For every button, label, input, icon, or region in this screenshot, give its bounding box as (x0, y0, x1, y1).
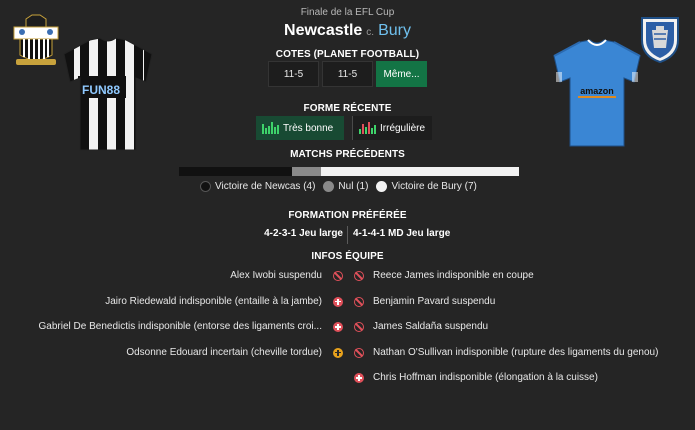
home-wins-label: Victoire de Newcas (4) (215, 181, 316, 192)
away-wins-segment (320, 167, 519, 176)
formation-title: FORMATION PRÉFÉRÉE (288, 210, 407, 221)
suspended-status-icon (354, 347, 364, 358)
away-news-item[interactable]: Nathan O'Sullivan indisponible (rupture … (373, 347, 658, 358)
team-news-title: INFOS ÉQUIPE (311, 251, 384, 262)
suspended-status-icon (354, 271, 364, 281)
home-formation[interactable]: 4-2-3-1 Jeu large (264, 228, 343, 239)
home-news-item[interactable]: Jairo Riedewald indisponible (entaille à… (105, 296, 322, 307)
away-kit-sponsor: amazon (580, 86, 614, 96)
away-wins-dot-icon (376, 181, 388, 192)
away-form-box[interactable]: Irrégulière (352, 116, 432, 140)
odds-row: 11-5 11-5 Même... (268, 61, 427, 87)
home-form-box[interactable]: Très bonne (256, 116, 344, 140)
injured-status-icon (333, 296, 343, 307)
home-odds-button[interactable]: 11-5 (268, 61, 319, 87)
away-team-name[interactable]: Bury (378, 22, 411, 39)
away-form-label: Irrégulière (380, 122, 426, 134)
away-news-item[interactable]: Chris Hoffman indisponible (élongation à… (373, 372, 598, 383)
away-wins-label: Victoire de Bury (7) (391, 181, 477, 192)
head-to-head-legend: Victoire de Newcas (4) Nul (1) Victoire … (200, 181, 477, 192)
head-to-head-title: MATCHS PRÉCÉDENTS (290, 149, 405, 160)
formation-divider (347, 226, 348, 244)
home-team-name[interactable]: Newcastle (284, 22, 362, 39)
away-formation[interactable]: 4-1-4-1 MD Jeu large (353, 228, 450, 239)
home-news-item[interactable]: Alex Iwobi suspendu (230, 270, 322, 281)
home-wins-segment (179, 167, 293, 176)
competition-title: Finale de la EFL Cup (300, 7, 395, 18)
more-odds-button[interactable]: Même... (376, 61, 427, 87)
matchup-title: Newcastle c. Bury (0, 22, 695, 40)
away-odds-button[interactable]: 11-5 (322, 61, 373, 87)
away-form-chart-icon (359, 122, 376, 134)
injured-status-icon (354, 373, 364, 383)
home-kit-sponsor: FUN88 (82, 83, 120, 97)
home-form-label: Très bonne (283, 122, 334, 134)
doubtful-status-icon (333, 347, 343, 358)
draws-segment (292, 167, 321, 176)
home-news-item[interactable]: Odsonne Edouard incertain (cheville tord… (126, 347, 322, 358)
odds-title: COTES (PLANET FOOTBALL) (275, 49, 420, 60)
versus-label: c. (366, 27, 375, 38)
draws-label: Nul (1) (338, 181, 369, 192)
suspended-status-icon (333, 271, 343, 281)
away-news-item[interactable]: James Saldaña suspendu (373, 321, 488, 332)
away-news-item[interactable]: Reece James indisponible en coupe (373, 270, 534, 281)
recent-form-row: Très bonne Irrégulière (256, 116, 432, 140)
home-news-item[interactable]: Gabriel De Benedictis indisponible (ento… (39, 321, 322, 332)
recent-form-title: FORME RÉCENTE (303, 103, 392, 114)
home-form-chart-icon (262, 122, 279, 134)
injured-status-icon (333, 322, 343, 332)
suspended-status-icon (354, 322, 364, 332)
head-to-head-bar[interactable] (179, 167, 519, 176)
home-wins-dot-icon (200, 181, 211, 192)
suspended-status-icon (354, 296, 364, 307)
draws-dot-icon (323, 181, 335, 192)
away-news-item[interactable]: Benjamin Pavard suspendu (373, 296, 495, 307)
